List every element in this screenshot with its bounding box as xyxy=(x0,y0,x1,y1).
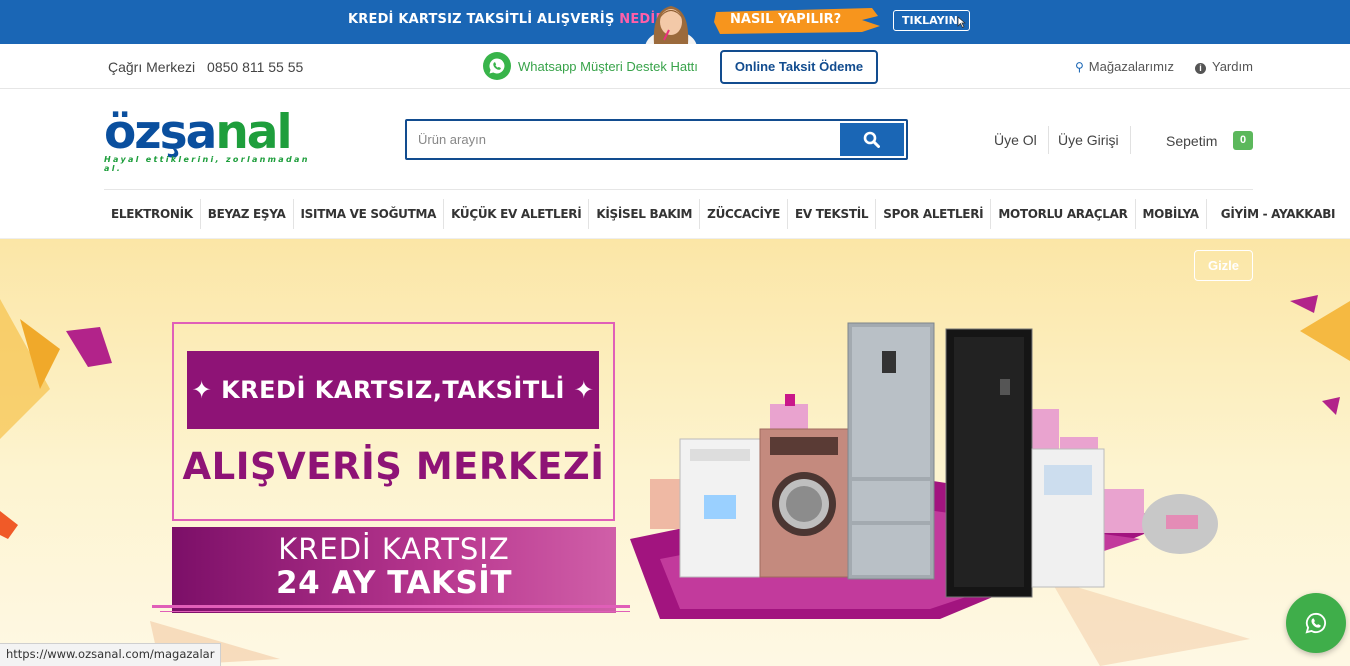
nav-item-kucuk-ev-aletleri[interactable]: KÜÇÜK EV ALETLERİ xyxy=(444,199,590,229)
register-link[interactable]: Üye Ol xyxy=(994,132,1037,148)
call-center-number[interactable]: 0850 811 55 55 xyxy=(207,59,303,75)
cart-count-badge[interactable]: 0 xyxy=(1233,131,1253,150)
hero-line-1: KREDİ KARTSIZ xyxy=(278,532,510,566)
browser-status-url: https://www.ozsanal.com/magazalar xyxy=(0,643,222,666)
nav-item-spor-aletleri[interactable]: SPOR ALETLERİ xyxy=(876,199,992,229)
info-icon: i xyxy=(1195,63,1206,74)
hero-title-main: ALIŞVERİŞ MERKEZİ xyxy=(182,445,605,488)
promo-how-text: NASIL YAPILIR? xyxy=(730,12,842,27)
cursor-icon xyxy=(957,16,966,28)
divider xyxy=(152,605,630,608)
cart-link[interactable]: Sepetim xyxy=(1166,133,1217,149)
hero-installment-strip: KREDİ KARTSIZ 24 AY TAKSİT xyxy=(172,527,616,613)
call-center: Çağrı Merkezi 0850 811 55 55 xyxy=(108,59,303,75)
nav-item-kisisel-bakim[interactable]: KİŞİSEL BAKIM xyxy=(589,199,701,229)
search-bar xyxy=(405,119,908,160)
divider xyxy=(160,611,630,612)
whatsapp-chat-button[interactable] xyxy=(1286,593,1346,653)
category-nav: ELEKTRONİK BEYAZ EŞYA ISITMA VE SOĞUTMA … xyxy=(104,190,1342,238)
search-button[interactable] xyxy=(840,123,904,156)
search-input[interactable] xyxy=(407,121,837,158)
promo-text: KREDİ KARTSIZ TAKSİTLİ ALIŞVERİŞ NEDİR? xyxy=(348,12,674,27)
site-logo[interactable]: özşanal Hayal ettiklerini, zorlanmadan a… xyxy=(104,108,316,174)
stores-label: Mağazalarımız xyxy=(1088,59,1175,74)
promo-banner[interactable]: KREDİ KARTSIZ TAKSİTLİ ALIŞVERİŞ NEDİR? … xyxy=(0,0,1350,44)
login-link[interactable]: Üye Girişi xyxy=(1058,132,1119,148)
search-icon xyxy=(863,131,880,148)
whatsapp-support-link[interactable]: Whatsapp Müşteri Destek Hattı xyxy=(518,59,698,74)
hide-banner-button[interactable]: Gizle xyxy=(1194,250,1253,281)
promo-click-button[interactable]: TIKLAYIN xyxy=(893,10,970,31)
map-pin-icon: ⚲ xyxy=(1075,60,1084,74)
nav-item-isitma-sogutma[interactable]: ISITMA VE SOĞUTMA xyxy=(294,199,445,229)
hero-title-top: ✦ KREDİ KARTSIZ,TAKSİTLİ ✦ xyxy=(187,351,599,429)
nav-item-zuccaciye[interactable]: ZÜCCACİYE xyxy=(700,199,788,229)
online-payment-button[interactable]: Online Taksit Ödeme xyxy=(720,50,878,84)
hero-appliances-image xyxy=(630,322,1218,619)
top-bar: Çağrı Merkezi 0850 811 55 55 Whatsapp Mü… xyxy=(0,44,1350,89)
whatsapp-icon[interactable] xyxy=(483,52,511,80)
nav-item-mobilya[interactable]: MOBİLYA xyxy=(1136,199,1207,229)
hero-line-2: 24 AY TAKSİT xyxy=(276,565,512,601)
help-link[interactable]: i Yardım xyxy=(1195,59,1253,74)
hero-banner[interactable]: Gizle ✦ KREDİ KARTSIZ,TAKSİTLİ ✦ ALIŞVER… xyxy=(0,239,1350,666)
nav-item-beyaz-esya[interactable]: BEYAZ EŞYA xyxy=(201,199,294,229)
stores-link[interactable]: ⚲ Mağazalarımız xyxy=(1075,59,1174,74)
whatsapp-icon xyxy=(1305,612,1327,634)
logo-tagline: Hayal ettiklerini, zorlanmadan al. xyxy=(104,155,310,173)
divider xyxy=(1048,126,1049,154)
nav-item-elektronik[interactable]: ELEKTRONİK xyxy=(104,199,201,229)
nav-item-giyim-ayakkabi[interactable]: GİYİM - AYAKKABI xyxy=(1207,199,1342,229)
divider xyxy=(1130,126,1131,154)
promo-woman-image xyxy=(645,6,697,44)
nav-item-ev-tekstil[interactable]: EV TEKSTİL xyxy=(788,199,877,229)
help-label: Yardım xyxy=(1212,59,1253,74)
call-center-label: Çağrı Merkezi xyxy=(108,59,196,75)
nav-item-motorlu-araclar[interactable]: MOTORLU ARAÇLAR xyxy=(991,199,1136,229)
